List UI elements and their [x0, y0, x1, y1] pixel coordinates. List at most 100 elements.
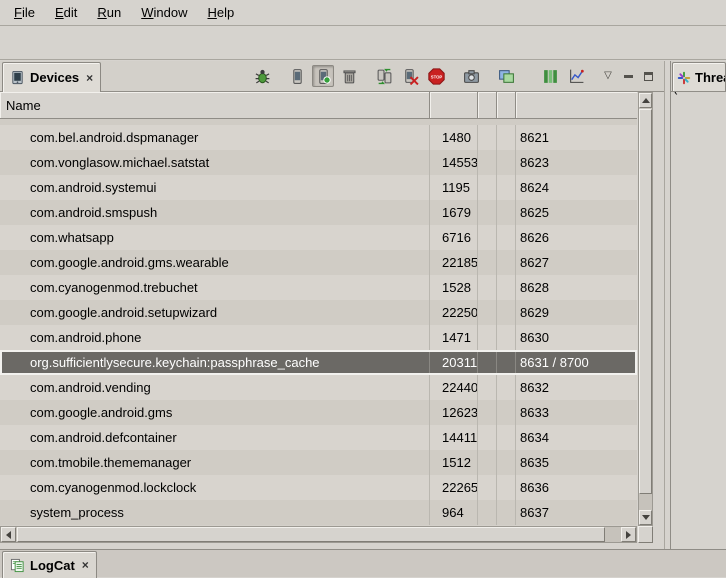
cell-spacer: [478, 275, 497, 300]
minimize-icon[interactable]: [620, 68, 636, 84]
table-row[interactable]: com.whatsapp6716 8626: [0, 225, 637, 250]
cell-spacer: [497, 475, 516, 500]
vertical-scrollbar-thumb[interactable]: [639, 109, 652, 494]
debug-process-icon[interactable]: [251, 65, 273, 87]
cell-spacer: [497, 325, 516, 350]
menu-item-edit[interactable]: Edit: [45, 3, 87, 22]
process-name: com.whatsapp: [0, 225, 430, 250]
table-row[interactable]: com.cyanogenmod.lockclock222658636: [0, 475, 637, 500]
table-row[interactable]: com.google.android.gms.wearable221858627: [0, 250, 637, 275]
thread-columns-icon[interactable]: [539, 65, 561, 87]
close-icon[interactable]: ×: [84, 71, 93, 85]
logcat-icon: [10, 558, 25, 573]
process-port: 8626: [516, 225, 637, 250]
device-icon: [10, 70, 25, 85]
screen-capture-icon[interactable]: [460, 65, 482, 87]
table-row[interactable]: com.cyanogenmod.trebuchet15288628: [0, 275, 637, 300]
svg-text:STOP: STOP: [430, 74, 442, 79]
cell-spacer: [478, 150, 497, 175]
heap-updates-toggle-icon[interactable]: [312, 65, 334, 87]
stop-process-icon[interactable]: STOP: [425, 65, 447, 87]
process-port: 8629: [516, 300, 637, 325]
table-row[interactable]: com.google.android.gms126238633: [0, 400, 637, 425]
process-name: com.android.vending: [0, 375, 430, 400]
vertical-scrollbar[interactable]: [638, 92, 653, 526]
maximize-icon[interactable]: [640, 68, 656, 84]
cell-spacer: [478, 425, 497, 450]
process-pid: 1512: [430, 450, 478, 475]
cell-spacer: [478, 175, 497, 200]
process-name: com.google.android.setupwizard: [0, 300, 430, 325]
devices-tab-label: Devices: [30, 70, 79, 85]
column-header-name[interactable]: Name: [0, 92, 430, 118]
cell-spacer: [478, 300, 497, 325]
bottom-tab-bar: LogCat ×: [0, 549, 726, 577]
process-port: 8628: [516, 275, 637, 300]
process-name: com.vonglasow.michael.satstat: [0, 150, 430, 175]
table-row[interactable]: com.android.defcontainer144118634: [0, 425, 637, 450]
process-pid: 1480: [430, 125, 478, 150]
table-row[interactable]: com.android.vending224408632: [0, 375, 637, 400]
update-heap-icon[interactable]: [286, 65, 308, 87]
cell-spacer: [497, 350, 516, 375]
cell-spacer: [478, 475, 497, 500]
process-port: 8636: [516, 475, 637, 500]
process-pid: 14553: [430, 150, 478, 175]
process-pid: 6716: [430, 225, 478, 250]
menu-item-help[interactable]: Help: [197, 3, 244, 22]
process-pid: 22440: [430, 375, 478, 400]
scroll-right-button[interactable]: [621, 527, 636, 542]
column-header-spacer[interactable]: [497, 92, 516, 118]
menu-item-run[interactable]: Run: [87, 3, 131, 22]
table-row[interactable]: com.android.systemui11958624: [0, 175, 637, 200]
table-row[interactable]: com.bel.android.dspmanager14808621: [0, 125, 637, 150]
table-row[interactable]: system_process9648637: [0, 500, 637, 525]
update-threads-icon[interactable]: [373, 65, 395, 87]
tab-threads[interactable]: Threads: [672, 62, 726, 92]
view-menu-icon[interactable]: ▽: [600, 68, 616, 84]
threads-panel-header: Threads: [671, 61, 726, 92]
threads-panel: Threads Thread up (: [670, 61, 726, 549]
process-pid: 12623: [430, 400, 478, 425]
table-row[interactable]: com.vonglasow.michael.satstat145538623: [0, 150, 637, 175]
method-profiling-icon[interactable]: [565, 65, 587, 87]
device-table-body: com.bel.android.dspmanager14808621com.vo…: [0, 119, 637, 526]
table-row[interactable]: org.sufficientlysecure.keychain:passphra…: [0, 350, 637, 375]
tab-devices[interactable]: Devices ×: [2, 62, 101, 92]
scroll-up-button[interactable]: [639, 93, 652, 108]
process-name: com.google.android.gms: [0, 400, 430, 425]
horizontal-scrollbar[interactable]: [0, 526, 637, 543]
scroll-left-button[interactable]: [1, 527, 16, 542]
devices-panel: Devices ×: [0, 61, 664, 549]
close-icon[interactable]: ×: [80, 558, 89, 572]
menu-item-window[interactable]: Window: [131, 3, 197, 22]
table-row[interactable]: com.android.phone14718630: [0, 325, 637, 350]
cell-spacer: [497, 275, 516, 300]
menu-item-file[interactable]: File: [4, 3, 45, 22]
cause-gc-icon[interactable]: [338, 65, 360, 87]
logcat-tab-label: LogCat: [30, 558, 75, 573]
main-area: Devices ×: [0, 61, 726, 549]
devices-toolbar: STOP ▽: [249, 65, 658, 87]
column-header-port[interactable]: [516, 92, 637, 118]
process-pid: 22250: [430, 300, 478, 325]
tab-logcat[interactable]: LogCat ×: [2, 551, 97, 578]
cell-spacer: [497, 250, 516, 275]
scroll-down-button[interactable]: [639, 510, 652, 525]
process-port: 8625: [516, 200, 637, 225]
table-row[interactable]: com.tmobile.thememanager15128635: [0, 450, 637, 475]
horizontal-scrollbar-thumb[interactable]: [17, 527, 605, 542]
process-port: 8635: [516, 450, 637, 475]
table-row[interactable]: com.google.android.setupwizard22250 8629: [0, 300, 637, 325]
process-pid: 22185: [430, 250, 478, 275]
kill-process-icon[interactable]: [399, 65, 421, 87]
cell-spacer: [497, 400, 516, 425]
process-name: system_process: [0, 500, 430, 525]
table-row[interactable]: com.android.smspush16798625: [0, 200, 637, 225]
process-port: 8631 / 8700: [516, 350, 637, 375]
scrollbar-corner: [638, 526, 653, 543]
column-header-pid[interactable]: [430, 92, 478, 118]
screen-record-icon[interactable]: [495, 65, 517, 87]
column-header-spacer[interactable]: [478, 92, 497, 118]
cell-spacer: [497, 200, 516, 225]
